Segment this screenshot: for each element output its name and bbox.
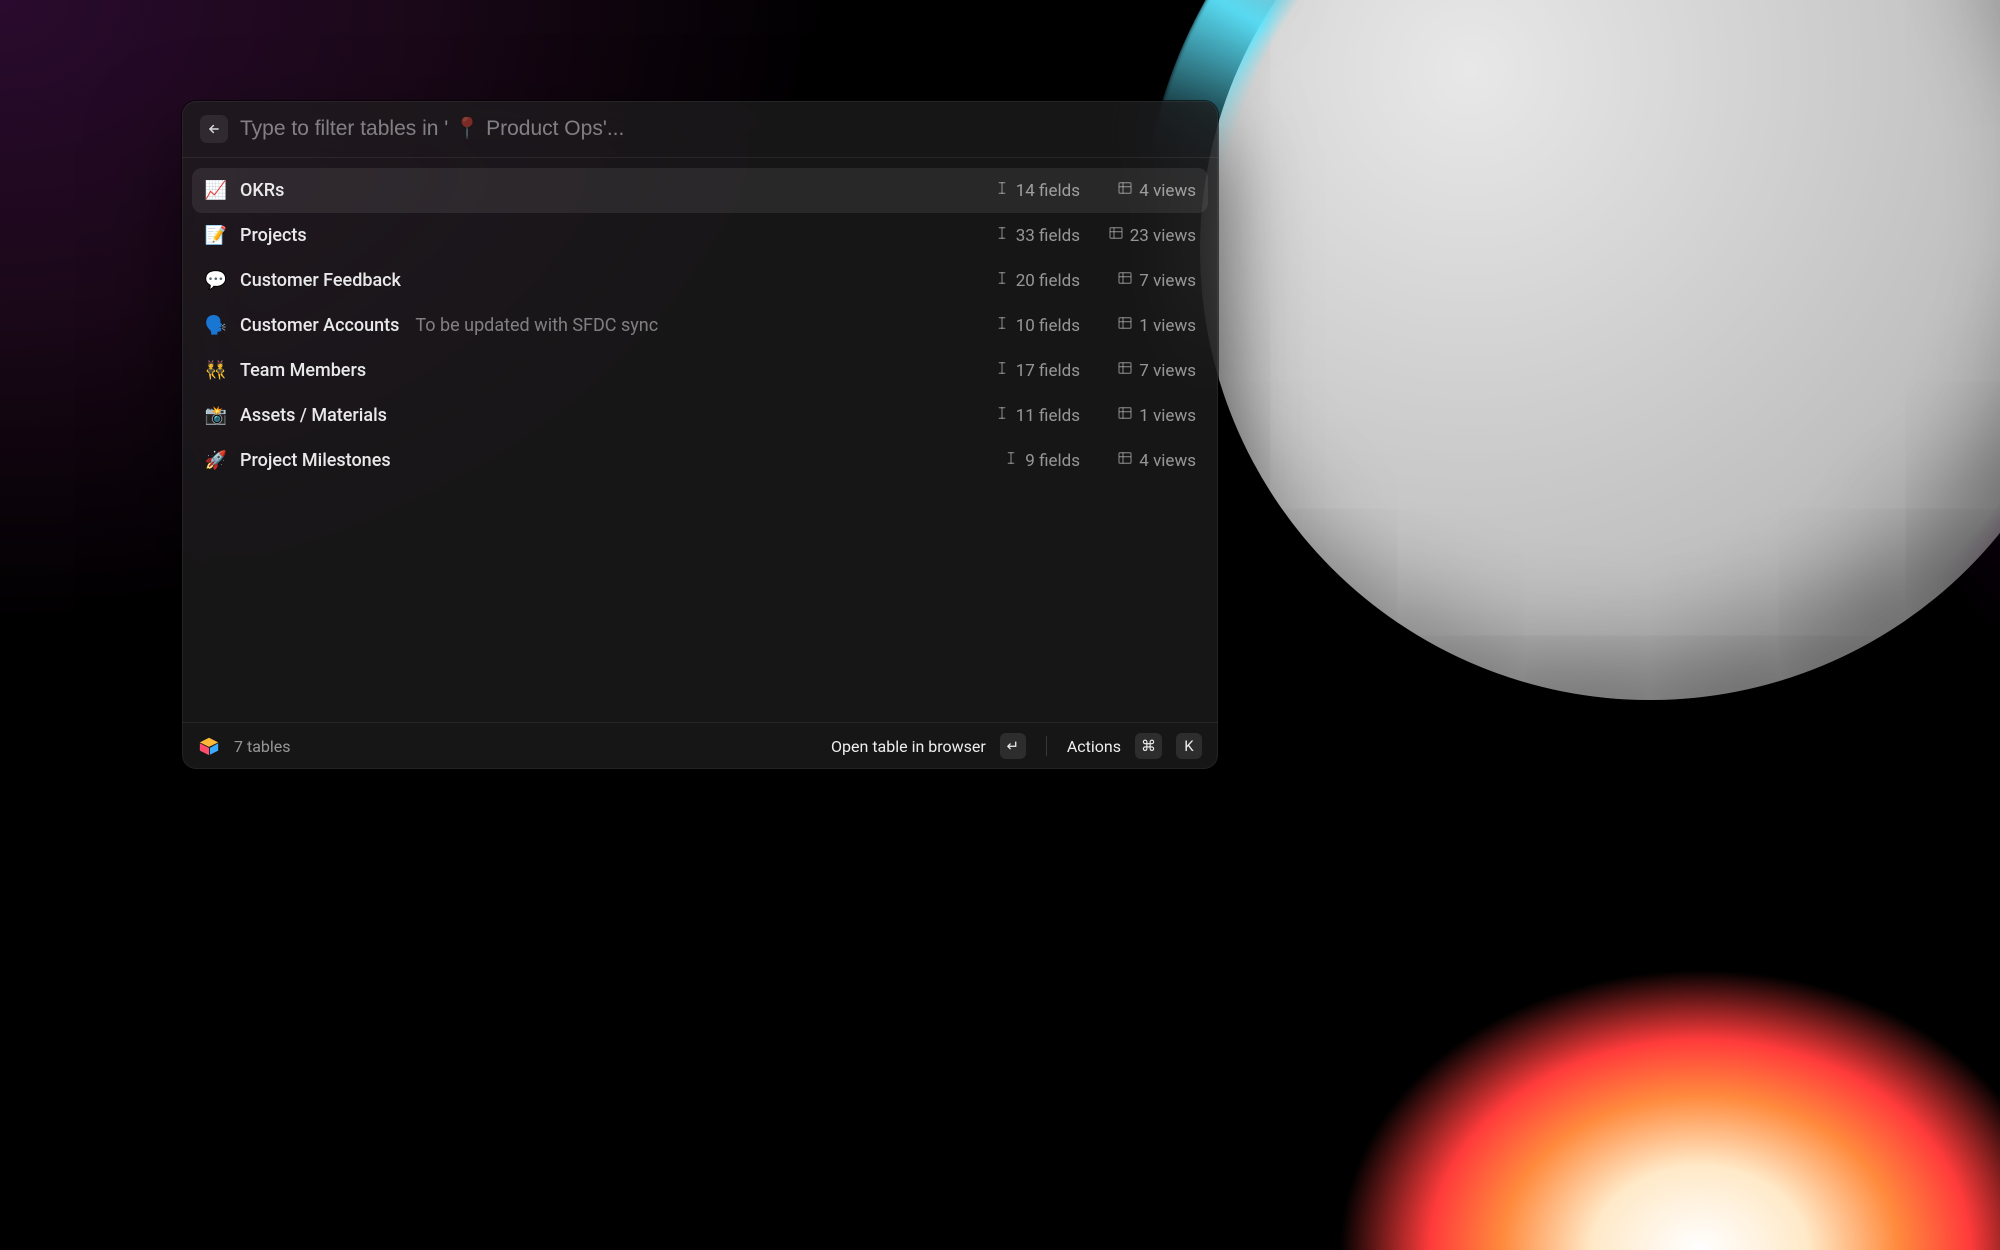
table-description: To be updated with SFDC sync [415,315,658,336]
fields-count: 20 fields [972,270,1080,291]
text-cursor-icon [994,405,1010,426]
grid-icon [1117,180,1133,201]
command-palette: 📈 OKRs 14 fields 4 views 📝 Projects 33 fields 2… [182,101,1218,769]
table-row[interactable]: 🚀 Project Milestones 9 fields 4 views [192,438,1208,483]
arrow-left-icon [207,122,221,136]
table-name: Customer Accounts [240,315,399,336]
divider [1046,736,1047,756]
table-row[interactable]: 👯 Team Members 17 fields 7 views [192,348,1208,393]
table-emoji: 👯 [204,360,228,381]
table-row[interactable]: 📝 Projects 33 fields 23 views [192,213,1208,258]
table-name: Projects [240,225,307,246]
grid-icon [1117,270,1133,291]
table-emoji: 🚀 [204,450,228,471]
footer: 7 tables Open table in browser ↵ Actions… [182,722,1218,769]
table-row[interactable]: 💬 Customer Feedback 20 fields 7 views [192,258,1208,303]
table-row[interactable]: 📸 Assets / Materials 11 fields 1 views [192,393,1208,438]
table-emoji: 🗣️ [204,315,228,336]
table-emoji: 📸 [204,405,228,426]
table-name: Project Milestones [240,450,391,471]
airtable-icon [198,735,220,757]
table-emoji: 📈 [204,180,228,201]
table-name: OKRs [240,180,284,201]
fields-count: 11 fields [972,405,1080,426]
table-count: 7 tables [234,737,291,756]
fields-count: 14 fields [972,180,1080,201]
grid-icon [1117,360,1133,381]
text-cursor-icon [994,180,1010,201]
fields-count: 9 fields [972,450,1080,471]
text-cursor-icon [994,360,1010,381]
grid-icon [1117,405,1133,426]
table-list: 📈 OKRs 14 fields 4 views 📝 Projects 33 fields 2… [182,158,1218,722]
fields-count: 33 fields [972,225,1080,246]
table-emoji: 💬 [204,270,228,291]
views-count: 4 views [1088,450,1196,471]
views-count: 4 views [1088,180,1196,201]
k-key: K [1176,733,1202,759]
table-name: Customer Feedback [240,270,401,291]
back-button[interactable] [200,115,228,143]
table-name: Assets / Materials [240,405,387,426]
text-cursor-icon [994,225,1010,246]
text-cursor-icon [994,315,1010,336]
views-count: 23 views [1088,225,1196,246]
enter-key: ↵ [1000,733,1026,759]
views-count: 1 views [1088,315,1196,336]
table-row[interactable]: 🗣️ Customer Accounts To be updated with SF… [192,303,1208,348]
views-count: 7 views [1088,360,1196,381]
table-emoji: 📝 [204,225,228,246]
views-count: 1 views [1088,405,1196,426]
fields-count: 17 fields [972,360,1080,381]
actions-button[interactable]: Actions [1067,737,1121,756]
search-input[interactable] [240,117,1200,141]
views-count: 7 views [1088,270,1196,291]
fields-count: 10 fields [972,315,1080,336]
grid-icon [1117,315,1133,336]
grid-icon [1117,450,1133,471]
table-row[interactable]: 📈 OKRs 14 fields 4 views [192,168,1208,213]
search-row [182,101,1218,158]
table-name: Team Members [240,360,366,381]
text-cursor-icon [1003,450,1019,471]
cmd-key: ⌘ [1135,733,1162,759]
text-cursor-icon [994,270,1010,291]
grid-icon [1108,225,1124,246]
open-in-browser-label[interactable]: Open table in browser [831,737,986,756]
